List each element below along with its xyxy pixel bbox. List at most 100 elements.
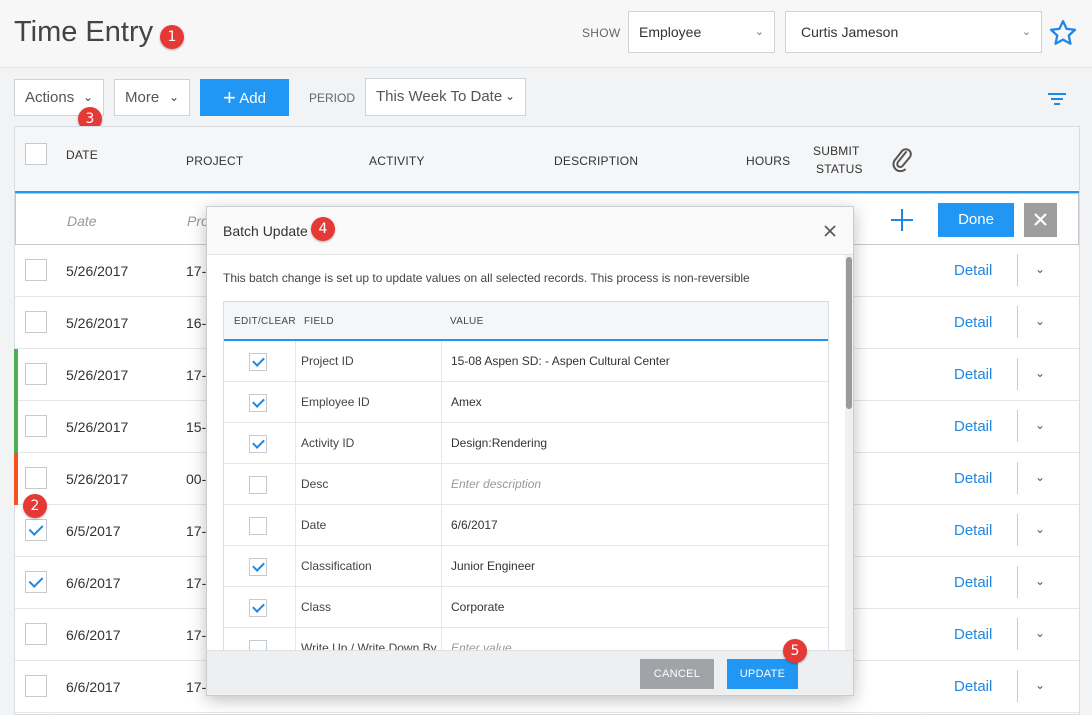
batch-field-name: Classification <box>301 559 372 573</box>
batch-table-header: EDIT/CLEAR FIELD VALUE <box>224 302 828 341</box>
more-button[interactable]: More ⌄ <box>114 79 190 116</box>
employee-select[interactable]: Curtis Jameson ⌄ <box>785 11 1042 53</box>
chevron-down-icon: ⌄ <box>754 26 764 38</box>
row-date: 6/6/2017 <box>66 627 121 643</box>
row-checkbox[interactable] <box>25 259 47 281</box>
batch-field-value[interactable]: 15-08 Aspen SD: - Aspen Cultural Center <box>451 354 670 368</box>
chevron-down-icon[interactable]: ⌄ <box>1035 574 1045 588</box>
batch-field-value[interactable]: Amex <box>451 395 482 409</box>
row-detail-link[interactable]: Detail <box>954 574 992 591</box>
row-detail-link[interactable]: Detail <box>954 262 992 279</box>
row-detail-link[interactable]: Detail <box>954 470 992 487</box>
row-date: 6/6/2017 <box>66 679 121 695</box>
add-label: Add <box>239 90 266 107</box>
select-all-checkbox[interactable] <box>25 143 47 165</box>
col-value: VALUE <box>450 316 484 327</box>
dialog-title: Batch Update <box>223 223 308 239</box>
dialog-footer: CANCEL UPDATE 5 <box>207 639 853 695</box>
close-icon[interactable] <box>823 224 837 238</box>
row-checkbox[interactable] <box>25 311 47 333</box>
edit-clear-checkbox[interactable] <box>249 640 267 650</box>
batch-row: Class Corporate <box>224 587 828 628</box>
chevron-down-icon: ⌄ <box>504 89 515 103</box>
done-button[interactable]: Done <box>938 203 1014 237</box>
discard-button[interactable] <box>1024 203 1057 237</box>
add-button[interactable]: + Add <box>200 79 289 116</box>
col-hours[interactable]: HOURS <box>746 154 790 168</box>
edit-clear-checkbox[interactable] <box>249 394 267 412</box>
chevron-down-icon[interactable]: ⌄ <box>1035 470 1045 484</box>
chevron-down-icon[interactable]: ⌄ <box>1035 522 1045 536</box>
row-action-divider <box>1017 410 1018 442</box>
grid-header: DATE PROJECT ACTIVITY DESCRIPTION HOURS … <box>15 127 1079 193</box>
batch-field-value[interactable]: Junior Engineer <box>451 559 535 573</box>
row-project: 15- <box>186 419 207 435</box>
col-date[interactable]: DATE <box>66 148 98 162</box>
col-project[interactable]: PROJECT <box>186 154 243 168</box>
add-row-plus-icon[interactable] <box>891 209 913 231</box>
row-date: 5/26/2017 <box>66 315 129 331</box>
chevron-down-icon[interactable]: ⌄ <box>1035 418 1045 432</box>
row-checkbox[interactable] <box>25 363 47 385</box>
period-select[interactable]: This Week To Date ⌄ <box>365 78 526 116</box>
row-detail-link[interactable]: Detail <box>954 522 992 539</box>
batch-row: Project ID 15-08 Aspen SD: - Aspen Cultur… <box>224 341 828 382</box>
dialog-scrollbar-thumb[interactable] <box>846 257 852 409</box>
batch-field-value[interactable]: 6/6/2017 <box>451 518 498 532</box>
edit-clear-checkbox[interactable] <box>249 517 267 535</box>
row-project: 17- <box>186 367 207 383</box>
cancel-button[interactable]: CANCEL <box>640 659 714 689</box>
row-action-divider <box>1017 618 1018 650</box>
paperclip-icon <box>892 148 912 173</box>
row-action-divider <box>1017 462 1018 494</box>
callout-badge-1: 1 <box>160 25 184 49</box>
row-detail-link[interactable]: Detail <box>954 366 992 383</box>
row-detail-link[interactable]: Detail <box>954 626 992 643</box>
col-activity[interactable]: ACTIVITY <box>369 154 425 168</box>
batch-table: EDIT/CLEAR FIELD VALUE Project ID 15-08 A… <box>223 301 829 650</box>
row-checkbox[interactable] <box>25 519 47 541</box>
filter-icon[interactable] <box>1048 92 1066 106</box>
batch-field-value[interactable]: Design:Rendering <box>451 436 547 450</box>
chevron-down-icon[interactable]: ⌄ <box>1035 366 1045 380</box>
chevron-down-icon[interactable]: ⌄ <box>1035 678 1045 692</box>
row-detail-link[interactable]: Detail <box>954 418 992 435</box>
batch-field-name: Write Up / Write Down By <box>301 641 437 650</box>
row-checkbox[interactable] <box>25 571 47 593</box>
row-project: 17- <box>186 575 207 591</box>
row-checkbox[interactable] <box>25 467 47 489</box>
col-description[interactable]: DESCRIPTION <box>554 154 638 168</box>
col-submit-status-line1: SUBMIT <box>813 144 860 158</box>
row-project: 00- <box>186 471 207 487</box>
row-date: 6/6/2017 <box>66 575 121 591</box>
row-action-divider <box>1017 306 1018 338</box>
batch-field-value[interactable]: Corporate <box>451 600 504 614</box>
edit-clear-checkbox[interactable] <box>249 599 267 617</box>
edit-clear-checkbox[interactable] <box>249 558 267 576</box>
chevron-down-icon[interactable]: ⌄ <box>1035 262 1045 276</box>
chevron-down-icon[interactable]: ⌄ <box>1035 314 1045 328</box>
update-button[interactable]: UPDATE <box>727 659 798 689</box>
chevron-down-icon: ⌄ <box>1021 26 1031 38</box>
row-checkbox[interactable] <box>25 623 47 645</box>
dialog-header: Batch Update 4 <box>207 207 853 255</box>
batch-field-value[interactable]: Enter value <box>451 641 512 650</box>
row-checkbox[interactable] <box>25 415 47 437</box>
edit-clear-checkbox[interactable] <box>249 476 267 494</box>
show-type-select[interactable]: Employee ⌄ <box>628 11 775 53</box>
batch-field-value[interactable]: Enter description <box>451 477 541 491</box>
favorite-star-icon[interactable] <box>1048 18 1078 48</box>
row-project: 17- <box>186 263 207 279</box>
row-checkbox[interactable] <box>25 675 47 697</box>
row-status-stripe <box>14 401 18 453</box>
col-submit-status-line2: STATUS <box>816 162 863 176</box>
new-date-input[interactable]: Date <box>67 213 97 229</box>
row-detail-link[interactable]: Detail <box>954 678 992 695</box>
chevron-down-icon[interactable]: ⌄ <box>1035 626 1045 640</box>
edit-clear-checkbox[interactable] <box>249 435 267 453</box>
col-field: FIELD <box>304 316 334 327</box>
batch-row: Date 6/6/2017 <box>224 505 828 546</box>
callout-badge-4: 4 <box>311 217 335 241</box>
edit-clear-checkbox[interactable] <box>249 353 267 371</box>
row-detail-link[interactable]: Detail <box>954 314 992 331</box>
